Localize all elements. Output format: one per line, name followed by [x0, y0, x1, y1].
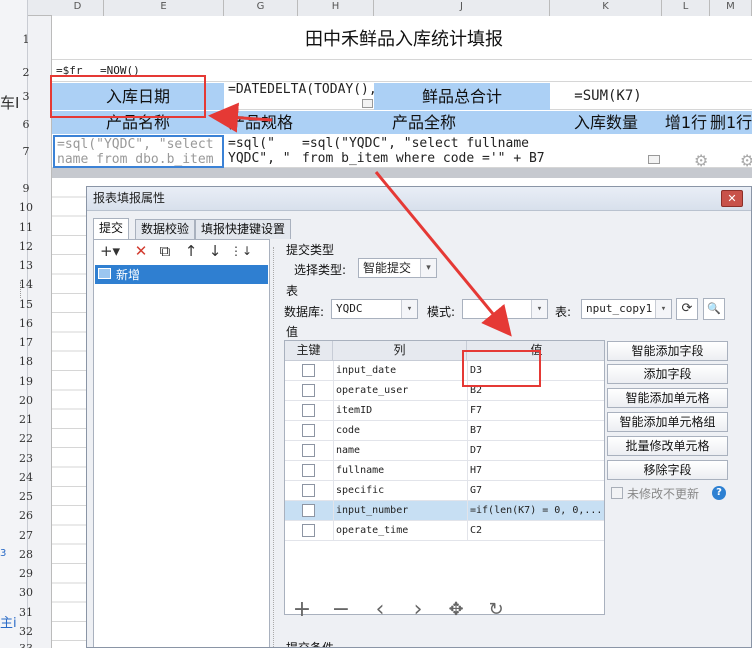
arrow-to-inbound-date — [208, 102, 273, 133]
annotation-arrows — [208, 102, 512, 337]
arrow-to-value-box — [374, 171, 512, 337]
screen: { "sheet": { "col_headers": ["D","E","G"… — [0, 0, 752, 648]
